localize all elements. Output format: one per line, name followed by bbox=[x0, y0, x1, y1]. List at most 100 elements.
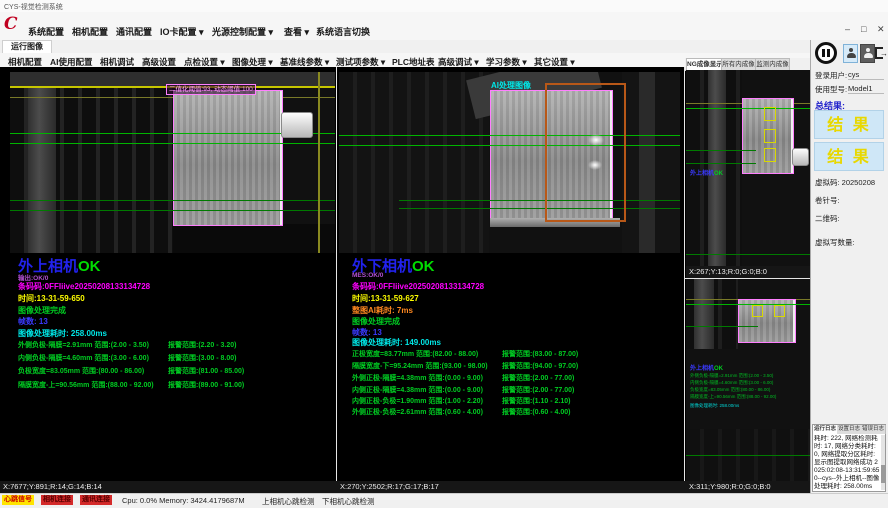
log-tab-settings[interactable]: 设置日志 bbox=[837, 425, 862, 434]
machine-column bbox=[694, 279, 714, 349]
cpu-memory-readout: Cpu: 0.0% Memory: 3424.4179687M bbox=[122, 496, 245, 505]
measurement-row: 内侧正极-隔膜=4.38mm 范围:(0.00 - 9.00) 报警范围:(2.… bbox=[352, 385, 682, 395]
separator-block-roi bbox=[173, 90, 283, 226]
login-user-value: cys bbox=[848, 70, 884, 80]
measurement-row: 正极宽度=83.77mm 范围:(82.00 - 88.00) 报警范围:(83… bbox=[352, 349, 682, 359]
measure-line-green bbox=[686, 455, 810, 456]
measurement-row: 内侧正极-负极=1.90mm 范围:(1.00 - 2.20) 报警范围:(1.… bbox=[352, 396, 682, 406]
measure-line-green bbox=[399, 208, 680, 209]
block-right-edge bbox=[793, 300, 795, 342]
titlebar: CYS-视觉检测系统 bbox=[0, 0, 888, 12]
model-value: Model1 bbox=[848, 84, 884, 94]
tab-connector bbox=[792, 148, 809, 166]
measure-text: 隔膜宽度-下=95.24mm 范围:(93.00 - 98.00) bbox=[352, 363, 488, 370]
upper-camera-heartbeat: 上相机心跳检测 bbox=[262, 496, 315, 507]
alarm-range: 报警范围:(2.00 - 77.00) bbox=[502, 373, 574, 383]
close-icon[interactable]: ✕ bbox=[877, 24, 885, 35]
glint-highlight bbox=[588, 160, 602, 170]
measure-line-green bbox=[686, 254, 810, 255]
user-dark-icon[interactable] bbox=[860, 44, 875, 63]
menu-light-config[interactable]: 光源控制配置 ▾ bbox=[212, 25, 273, 38]
exit-icon[interactable]: → bbox=[874, 44, 888, 63]
model-label: 使用型号: bbox=[815, 84, 847, 95]
measure-text: 隔膜宽度-上=90.56mm 范围:(88.00 - 92.00) bbox=[18, 382, 154, 389]
ng-preview-image[interactable]: 外上相机OK bbox=[686, 70, 810, 266]
measure-line-green bbox=[686, 304, 810, 305]
threshold-label: 二值化阈值:93, 动态阈值:100 bbox=[166, 84, 256, 95]
heartbeat-status-badge: 心跳信号 bbox=[2, 495, 34, 505]
panel-divider bbox=[684, 67, 685, 493]
overlay-result: OK bbox=[714, 171, 723, 177]
write-count-label: 虚拟写数量: bbox=[815, 237, 855, 248]
tab-strip bbox=[0, 40, 888, 54]
measurement-row: 外侧负极-隔膜=2.91mm 范围:(2.00 - 3.50) 报警范围:(2.… bbox=[18, 340, 348, 350]
overlay-measure-line: 外侧负极-隔膜=2.91mm 范围:(2.00 - 3.50) bbox=[690, 373, 773, 379]
menu-system-config[interactable]: 系统配置 bbox=[28, 25, 64, 38]
minimize-icon[interactable]: – bbox=[845, 24, 850, 34]
overlay-elapsed-line: 图像处理耗时: 258.00ms bbox=[690, 403, 739, 409]
app-window: CYS-视觉检测系统 C 系统配置 相机配置 通讯配置 IO卡配置 ▾ 光源控制… bbox=[0, 0, 888, 522]
measure-line-green bbox=[686, 163, 756, 164]
measurement-row: 外侧正极-隔膜=4.38mm 范围:(0.00 - 9.00) 报警范围:(2.… bbox=[352, 373, 682, 383]
log-text: 耗时: 222, 网络检测耗时: 17, 网络分类耗时: 0, 网络提取分区耗时… bbox=[814, 435, 880, 490]
maximize-icon[interactable]: □ bbox=[861, 24, 866, 34]
alarm-range: 报警范围:(1.10 - 2.10) bbox=[502, 396, 570, 406]
machine-right-strip bbox=[639, 72, 655, 253]
overlay-measure-line: 内侧负极-隔膜=4.60mm 范围:(3.00 - 6.00) bbox=[690, 380, 773, 386]
log-tab-run[interactable]: 运行日志 bbox=[813, 425, 838, 434]
middle-output-line: MES:OK/0 bbox=[352, 272, 383, 279]
measure-line-green bbox=[686, 108, 810, 109]
menu-language-switch[interactable]: 系统语言切换 bbox=[316, 25, 370, 38]
left-frames-line: 帧数: 13 bbox=[18, 316, 48, 327]
defect-marker-box bbox=[752, 305, 763, 317]
menu-view[interactable]: 查看 ▾ bbox=[284, 25, 309, 38]
left-elapsed-line: 图像处理耗时: 258.00ms bbox=[18, 328, 107, 339]
menu-camera-config[interactable]: 相机配置 bbox=[72, 25, 108, 38]
camera-link-status-badge: 相机连接 bbox=[41, 495, 73, 505]
middle-ai-time-line: 整图AI耗时: 7ms bbox=[352, 305, 413, 316]
middle-camera-image[interactable]: AI处理图像 bbox=[339, 72, 680, 253]
menu-comm-config[interactable]: 通讯配置 bbox=[116, 25, 152, 38]
overlay-measure-line: 隔膜宽度-上=90.56mm 范围:(88.00 - 92.00) bbox=[690, 394, 776, 400]
user-icon[interactable] bbox=[843, 44, 858, 63]
machine-column bbox=[28, 72, 56, 253]
measure-line-green bbox=[339, 145, 680, 146]
measure-text: 负极宽度=83.05mm 范围:(80.00 - 86.00) bbox=[18, 368, 144, 375]
left-pixel-coords: X:7677;Y:891;R:14;G:14;B:14 bbox=[0, 481, 339, 493]
virtual-code-label: 虚拟码: 20250208 bbox=[815, 177, 875, 188]
defect-marker-box bbox=[764, 129, 776, 143]
pause-icon[interactable] bbox=[815, 42, 837, 64]
measurement-row: 内侧负极-隔膜=4.60mm 范围:(3.00 - 6.00) 报警范围:(3.… bbox=[18, 353, 348, 363]
panel-divider bbox=[336, 67, 337, 493]
measure-text: 外侧负极-隔膜=2.91mm 范围:(2.00 - 3.50) bbox=[18, 342, 149, 349]
measurement-row: 负极宽度=83.05mm 范围:(80.00 - 86.00) 报警范围:(81… bbox=[18, 366, 348, 376]
measure-text: 内侧负极-隔膜=4.60mm 范围:(3.00 - 6.00) bbox=[18, 355, 149, 362]
overlay-measure-line: 负极宽度=83.05mm 范围:(80.00 - 86.00) bbox=[690, 387, 770, 393]
measure-line-green bbox=[10, 200, 335, 201]
measure-text: 外侧正极-隔膜=4.38mm 范围:(0.00 - 9.00) bbox=[352, 375, 483, 382]
log-scrollbar-thumb[interactable] bbox=[881, 465, 885, 483]
measurement-row: 隔膜宽度-上=90.56mm 范围:(88.00 - 92.00) 报警范围:(… bbox=[18, 380, 348, 390]
middle-done-line: 图像处理完成 bbox=[352, 316, 400, 327]
measure-text: 内侧正极-隔膜=4.38mm 范围:(0.00 - 9.00) bbox=[352, 387, 483, 394]
measure-text: 正极宽度=83.77mm 范围:(82.00 - 88.00) bbox=[352, 351, 478, 358]
history-pixel-coords: X:311;Y:980;R:0;G:0;B:0 bbox=[686, 481, 813, 493]
measure-text: 内侧正极-负极=1.90mm 范围:(1.00 - 2.20) bbox=[352, 398, 483, 405]
ai-detection-roi bbox=[545, 83, 626, 222]
history-preview-image[interactable]: 外上相机OK 外侧负极-隔膜=2.91mm 范围:(2.00 - 3.50) 内… bbox=[686, 279, 810, 481]
separator-block-roi bbox=[738, 299, 796, 343]
measure-line-green bbox=[399, 200, 680, 201]
overlay-result: OK bbox=[714, 366, 723, 372]
alarm-range: 报警范围:(81.00 - 85.00) bbox=[168, 366, 244, 376]
person-glyph bbox=[864, 48, 873, 59]
tab-run-image[interactable]: 运行图像 bbox=[2, 40, 52, 53]
menu-io-config[interactable]: IO卡配置 ▾ bbox=[160, 25, 204, 38]
tab-connector bbox=[281, 112, 313, 138]
window-title: CYS-视觉检测系统 bbox=[4, 2, 63, 12]
log-scrollbar[interactable] bbox=[881, 435, 885, 490]
alarm-range: 报警范围:(3.00 - 8.00) bbox=[168, 353, 236, 363]
defect-marker-box bbox=[764, 107, 776, 121]
left-camera-image[interactable]: 二值化阈值:93, 动态阈值:100 bbox=[10, 72, 335, 253]
glint-highlight bbox=[588, 134, 604, 146]
log-tab-errors[interactable]: 错误日志 bbox=[861, 425, 886, 434]
